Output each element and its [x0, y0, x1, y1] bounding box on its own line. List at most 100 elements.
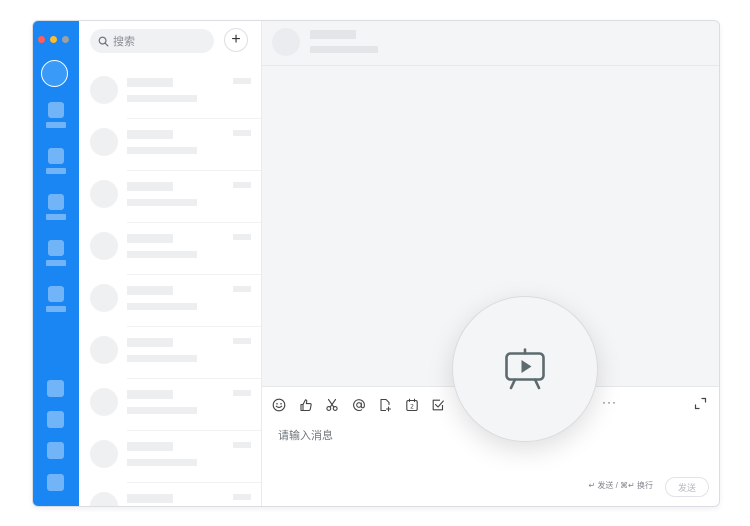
- conversation-avatar: [90, 128, 118, 156]
- conversation-time-placeholder: [233, 182, 251, 188]
- file-upload-icon: [380, 398, 392, 412]
- more-button[interactable]: ···: [602, 395, 617, 409]
- nav-rail: [33, 21, 79, 506]
- conversation-preview-placeholder: [127, 95, 197, 102]
- app-window: 搜索 + 2 ··· 请输入消息 ↵ 发送 / ⌘↵ 换行 发送: [32, 20, 720, 507]
- window-zoom-button[interactable]: [62, 36, 69, 43]
- search-input[interactable]: 搜索: [90, 29, 214, 53]
- nav-item-5[interactable]: [45, 286, 67, 312]
- nav-item-icon: [48, 194, 64, 210]
- conversation-title-placeholder: [127, 390, 173, 399]
- conversation-item[interactable]: [79, 431, 261, 483]
- search-icon: [98, 36, 109, 46]
- conversation-avatar: [90, 336, 118, 364]
- conversation-preview-placeholder: [127, 407, 197, 414]
- bottom-item-1[interactable]: [47, 380, 64, 397]
- conversation-item[interactable]: [79, 275, 261, 327]
- nav-item-icon: [48, 148, 64, 164]
- screenshot-button[interactable]: [325, 396, 352, 414]
- conversation-title-placeholder: [127, 182, 173, 191]
- bottom-item-2[interactable]: [47, 411, 64, 428]
- conversation-avatar: [90, 232, 118, 260]
- conversation-item[interactable]: [79, 171, 261, 223]
- checkbox-icon: [432, 399, 444, 411]
- conversation-preview-placeholder: [127, 459, 197, 466]
- bottom-item-3[interactable]: [47, 442, 64, 459]
- file-upload-button[interactable]: [378, 396, 405, 414]
- nav-item-icon: [48, 240, 64, 256]
- conversation-preview-placeholder: [127, 303, 197, 310]
- conversation-item[interactable]: [79, 119, 261, 171]
- bottom-item-4[interactable]: [47, 474, 64, 491]
- nav-item-label: [46, 306, 66, 312]
- feature-spotlight[interactable]: [452, 296, 598, 442]
- conversation-title-placeholder: [127, 442, 173, 451]
- conversation-list: 搜索 +: [79, 21, 262, 506]
- conversation-avatar: [90, 388, 118, 416]
- conversation-item[interactable]: [79, 67, 261, 119]
- nav-item-2[interactable]: [45, 148, 67, 174]
- composer-toolbar: 2: [272, 396, 458, 414]
- conversation-preview-placeholder: [127, 355, 197, 362]
- chat-header: [262, 21, 719, 66]
- message-input[interactable]: 请输入消息: [278, 427, 333, 443]
- conversation-time-placeholder: [233, 390, 251, 396]
- task-button[interactable]: [431, 396, 458, 414]
- nav-item-label: [46, 214, 66, 220]
- nav-item-4[interactable]: [45, 240, 67, 266]
- nav-item-icon: [48, 102, 64, 118]
- conversation-title-placeholder: [127, 286, 173, 295]
- nav-item-1[interactable]: [45, 102, 67, 128]
- calendar-icon: 2: [405, 398, 418, 412]
- conversation-avatar: [90, 492, 118, 506]
- expand-icon: [694, 397, 707, 410]
- conversation-time-placeholder: [233, 78, 251, 84]
- conversation-time-placeholder: [233, 494, 251, 500]
- conversation-preview-placeholder: [127, 199, 197, 206]
- like-button[interactable]: [299, 396, 326, 414]
- conversation-time-placeholder: [233, 442, 251, 448]
- chat-title-placeholder: [310, 30, 356, 39]
- nav-item-label: [46, 260, 66, 266]
- thumbs-up-icon: [299, 399, 312, 412]
- conversation-item[interactable]: [79, 327, 261, 379]
- expand-button[interactable]: [694, 397, 707, 415]
- presentation-play-icon: [505, 348, 545, 390]
- conversation-item[interactable]: [79, 223, 261, 275]
- window-close-button[interactable]: [38, 36, 45, 43]
- emoji-icon: [272, 398, 286, 412]
- conversation-time-placeholder: [233, 338, 251, 344]
- conversation-avatar: [90, 440, 118, 468]
- conversation-time-placeholder: [233, 234, 251, 240]
- scissors-icon: [326, 398, 338, 411]
- nav-item-3[interactable]: [45, 194, 67, 220]
- conversation-item[interactable]: [79, 483, 261, 506]
- nav-item-label: [46, 168, 66, 174]
- conversation-avatar: [90, 180, 118, 208]
- window-minimize-button[interactable]: [50, 36, 57, 43]
- conversation-title-placeholder: [127, 494, 173, 503]
- conversation-title-placeholder: [127, 130, 173, 139]
- conversation-item[interactable]: [79, 379, 261, 431]
- conversation-avatar: [90, 284, 118, 312]
- conversation-preview-placeholder: [127, 147, 197, 154]
- conversation-time-placeholder: [233, 286, 251, 292]
- conversation-title-placeholder: [127, 78, 173, 87]
- nav-item-icon: [48, 286, 64, 302]
- svg-text:2: 2: [410, 404, 414, 411]
- calendar-button[interactable]: 2: [405, 396, 432, 414]
- chat-subtitle-placeholder: [310, 46, 378, 53]
- conversation-title-placeholder: [127, 234, 173, 243]
- conversation-preview-placeholder: [127, 251, 197, 258]
- mention-button[interactable]: [352, 396, 379, 414]
- add-button[interactable]: +: [224, 28, 248, 52]
- chat-avatar: [272, 28, 300, 56]
- user-avatar[interactable]: [41, 60, 68, 87]
- nav-item-label: [46, 122, 66, 128]
- shortcut-hint: ↵ 发送 / ⌘↵ 换行: [588, 481, 653, 490]
- send-button[interactable]: 发送: [665, 477, 709, 497]
- at-mention-icon: [352, 399, 365, 411]
- plus-icon: +: [231, 31, 241, 48]
- emoji-button[interactable]: [272, 396, 299, 414]
- search-placeholder: 搜索: [113, 36, 135, 48]
